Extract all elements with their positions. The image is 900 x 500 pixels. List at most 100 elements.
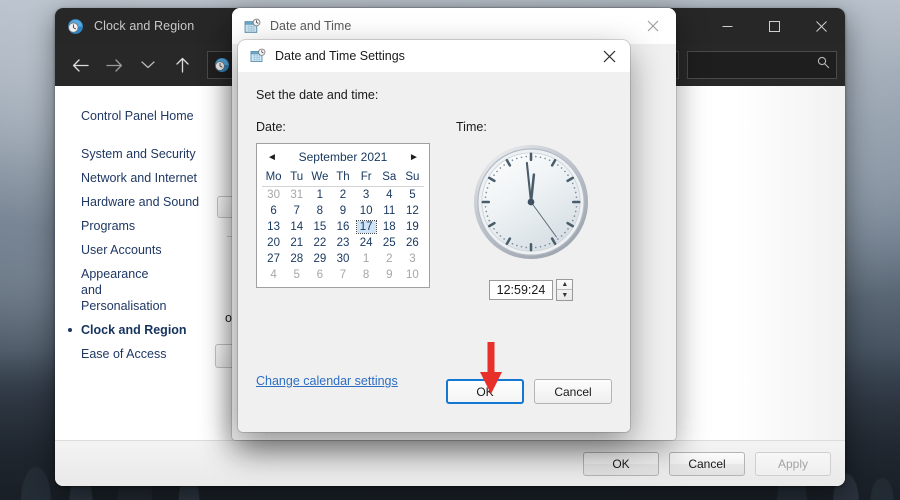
calendar-day-cell[interactable]: 4 [378,187,401,204]
calendar-day-cell[interactable]: 8 [355,267,378,283]
sidebar-item-clock-and-region[interactable]: Clock and Region [55,318,236,342]
back-button[interactable] [63,50,97,80]
date-and-time-titlebar: Date and Time [232,8,676,44]
calendar-day-cell[interactable]: 31 [285,187,308,204]
calendar-header: ◄ September 2021 ► [262,149,424,170]
maximize-button[interactable] [751,8,798,44]
calendar-day-cell[interactable]: 30 [331,251,354,267]
sidebar-item-system-and-security[interactable]: System and Security [55,142,236,166]
calendar-day-cell[interactable]: 16 [331,219,354,235]
calendar-day-cell[interactable]: 17 [355,219,378,235]
date-and-time-settings-dialog: Date and Time Settings Set the date and … [238,40,630,432]
calendar-week-row: 27 28 29 30 1 2 3 [262,251,424,267]
spinner-down-button[interactable]: ▼ [557,290,572,300]
calendar-day-cell[interactable]: 28 [285,251,308,267]
calendar-day-cell[interactable]: 21 [285,235,308,251]
time-spinner[interactable]: ▲ ▼ [556,279,574,301]
calendar-day-cell[interactable]: 19 [401,219,424,235]
settings-prompt: Set the date and time: [256,88,379,102]
calendar-day-cell[interactable]: 10 [355,203,378,219]
sidebar-item-programs[interactable]: Programs [55,214,236,238]
weekday-th: Th [336,171,350,183]
close-button[interactable] [798,8,845,44]
calendar-week-row: 6 7 8 9 10 11 12 [262,203,424,219]
settings-cancel-button[interactable]: Cancel [534,379,612,404]
sidebar-item-appearance-and-personalisation[interactable]: Appearance and Personalisation [55,262,166,318]
date-and-time-close-button[interactable] [630,8,676,44]
calendar-day-cell[interactable]: 26 [401,235,424,251]
calendar-day-cell[interactable]: 27 [262,251,285,267]
sidebar-item-ease-of-access[interactable]: Ease of Access [55,342,236,366]
calendar-next-month-button[interactable]: ► [407,152,421,163]
calendar-day-cell[interactable]: 20 [262,235,285,251]
calendar-day-cell[interactable]: 1 [355,251,378,267]
up-button[interactable] [165,50,199,80]
desktop: Clock and Region Control Panel Home Syst… [0,0,900,500]
calendar-day-cell[interactable]: 7 [285,203,308,219]
date-label: Date: [256,120,286,134]
analog-clock [472,143,590,261]
calendar-day-cell[interactable]: 18 [378,219,401,235]
calendar-prev-month-button[interactable]: ◄ [265,152,279,163]
calendar-day-cell[interactable]: 25 [378,235,401,251]
calendar-day-cell[interactable]: 8 [308,203,331,219]
spinner-up-button[interactable]: ▲ [557,280,573,290]
calendar-grid: Mo Tu We Th Fr Sa Su 30 31 1 2 3 4 5 6 7 8 9 10 11 12… [262,170,424,283]
time-spinner-row: 12:59:24 ▲ ▼ [456,279,606,301]
search-box[interactable] [687,51,837,79]
change-calendar-settings-link[interactable]: Change calendar settings [256,374,398,388]
calendar-week-row: 30 31 1 2 3 4 5 [262,187,424,204]
calendar-day-cell[interactable]: 30 [262,187,285,204]
calendar-day-cell[interactable]: 2 [331,187,354,204]
calendar-weekday-row: Mo Tu We Th Fr Sa Su [262,170,424,187]
calendar-widget[interactable]: ◄ September 2021 ► Mo Tu We Th Fr Sa Su … [256,143,430,288]
calendar-day-cell[interactable]: 24 [355,235,378,251]
time-label: Time: [456,120,487,134]
calendar-day-cell[interactable]: 23 [331,235,354,251]
calendar-day-cell[interactable]: 15 [308,219,331,235]
settings-columns: Date: ◄ September 2021 ► Mo Tu We Th Fr … [256,120,612,301]
chevron-down-icon[interactable] [131,50,165,80]
cp-cancel-button[interactable]: Cancel [669,451,745,476]
calendar-day-cell[interactable]: 3 [355,187,378,204]
weekday-sa: Sa [382,171,397,183]
weekday-tu: Tu [290,171,304,183]
cp-ok-button[interactable]: OK [583,451,659,476]
calendar-day-cell[interactable]: 4 [262,267,285,283]
minimize-button[interactable] [704,8,751,44]
calendar-day-cell[interactable]: 5 [401,187,424,204]
date-and-time-title: Date and Time [270,19,352,33]
settings-button-row: OK Cancel [446,379,612,404]
sidebar-item-control-panel-home[interactable]: Control Panel Home [55,104,236,128]
weekday-mo: Mo [265,171,282,183]
calendar-day-cell[interactable]: 13 [262,219,285,235]
calendar-day-cell[interactable]: 12 [401,203,424,219]
settings-ok-button[interactable]: OK [446,379,524,404]
search-input[interactable] [694,58,817,72]
calendar-day-cell[interactable]: 7 [331,267,354,283]
settings-close-button[interactable] [588,40,630,72]
calendar-days: 30 31 1 2 3 4 5 6 7 8 9 10 11 12 13 14 15 16 17 18 19 20 21 22 2… [262,187,424,284]
calendar-day-cell[interactable]: 9 [331,203,354,219]
calendar-day-cell[interactable]: 1 [308,187,331,204]
calendar-day-cell[interactable]: 14 [285,219,308,235]
sidebar-item-hardware-and-sound[interactable]: Hardware and Sound [55,190,236,214]
calendar-day-cell[interactable]: 9 [378,267,401,283]
calendar-day-cell[interactable]: 2 [378,251,401,267]
calendar-day-cell[interactable]: 5 [285,267,308,283]
calendar-day-cell[interactable]: 11 [378,203,401,219]
time-input[interactable]: 12:59:24 [488,280,554,300]
weekday-su: Su [405,171,420,183]
calendar-day-cell[interactable]: 3 [401,251,424,267]
calendar-day-cell[interactable]: 10 [401,267,424,283]
sidebar-item-network-and-internet[interactable]: Network and Internet [55,166,236,190]
calendar-day-cell[interactable]: 22 [308,235,331,251]
calendar-day-cell[interactable]: 29 [308,251,331,267]
calendar-day-cell[interactable]: 6 [262,203,285,219]
address-clock-region-icon [214,57,230,73]
calendar-month-year[interactable]: September 2021 [299,150,388,164]
calendar-day-cell[interactable]: 6 [308,267,331,283]
calendar-week-row: 20 21 22 23 24 25 26 [262,235,424,251]
forward-button[interactable] [97,50,131,80]
sidebar-item-user-accounts[interactable]: User Accounts [55,238,236,262]
